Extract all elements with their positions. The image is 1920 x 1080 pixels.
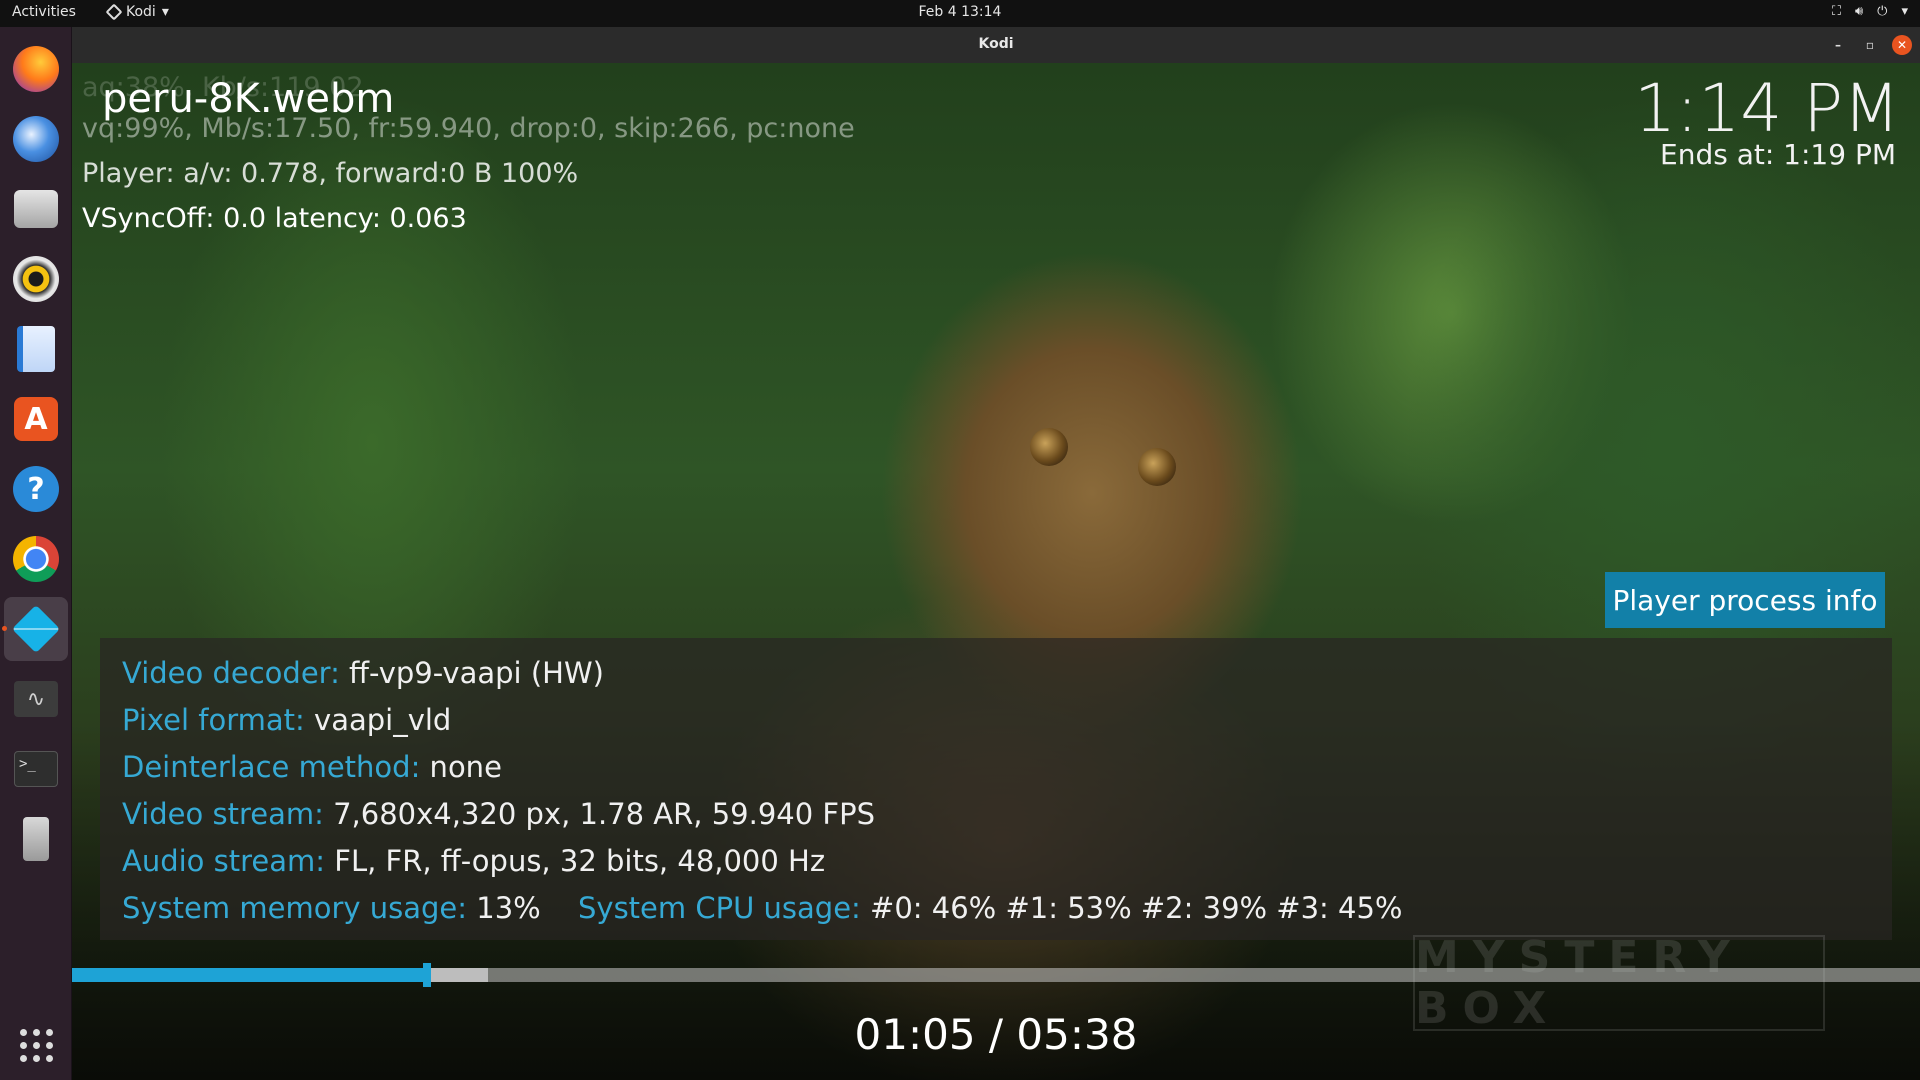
- dock-kodi[interactable]: [2, 597, 68, 661]
- dock-ubuntu-software[interactable]: A: [4, 387, 68, 451]
- power-icon[interactable]: ⏻: [1877, 4, 1887, 19]
- dock-libreoffice-writer[interactable]: [4, 317, 68, 381]
- info-row-video-decoder: Video decoder: ff-vp9-vaapi (HW): [122, 656, 604, 690]
- system-monitor-icon: ∿: [14, 681, 58, 717]
- ubuntu-dock: A ? ∿ >_: [0, 27, 72, 1080]
- video-content-eye: [1030, 428, 1068, 466]
- info-value: 13%: [467, 891, 541, 925]
- media-file-title: peru-8K.webm: [102, 76, 395, 122]
- dock-usb-drive[interactable]: [4, 807, 68, 871]
- debug-vsync-line: VSyncOff: 0.0 latency: 0.063: [82, 203, 467, 234]
- gnome-top-bar: Activities Kodi ▾ Feb 4 13:14 ⛶ 🔊︎ ⏻ ▾: [0, 0, 1920, 27]
- info-row-pixel-format: Pixel format: vaapi_vld: [122, 703, 451, 737]
- ends-at-label: Ends at: 1:19 PM: [1660, 138, 1896, 171]
- software-store-icon: A: [14, 397, 58, 441]
- app-menu[interactable]: Kodi ▾: [105, 3, 169, 21]
- debug-player-line: Player: a/v: 0.778, forward:0 B 100%: [82, 158, 579, 189]
- network-icon[interactable]: ⛶: [1832, 4, 1841, 19]
- info-value: 7,680x4,320 px, 1.78 AR, 59.940 FPS: [323, 797, 876, 831]
- dock-thunderbird[interactable]: [4, 107, 68, 171]
- dock-terminal[interactable]: >_: [4, 737, 68, 801]
- info-key: System memory usage:: [122, 891, 468, 925]
- thunderbird-icon: [13, 116, 59, 162]
- dock-help[interactable]: ?: [4, 457, 68, 521]
- info-row-video-stream: Video stream: 7,680x4,320 px, 1.78 AR, 5…: [122, 797, 875, 831]
- show-applications-button[interactable]: [4, 1013, 68, 1077]
- info-key: Deinterlace method:: [122, 750, 421, 784]
- dock-system-monitor[interactable]: ∿: [4, 667, 68, 731]
- info-row-deinterlace: Deinterlace method: none: [122, 750, 502, 784]
- info-key: Pixel format:: [122, 703, 305, 737]
- volume-icon[interactable]: 🔊︎: [1855, 4, 1863, 19]
- info-value: #0: 46% #1: 53% #2: 39% #3: 45%: [860, 891, 1403, 925]
- system-tray[interactable]: ⛶ 🔊︎ ⏻ ▾: [1832, 4, 1908, 19]
- seek-bar-progress: [72, 968, 427, 982]
- window-title: Kodi: [978, 36, 1014, 52]
- maximize-button[interactable]: ▫: [1860, 35, 1880, 55]
- grid-icon: [19, 1028, 53, 1062]
- info-key: Audio stream:: [122, 844, 326, 878]
- running-indicator: [2, 626, 7, 631]
- dock-firefox[interactable]: [4, 37, 68, 101]
- dock-chrome[interactable]: [4, 527, 68, 591]
- video-content-eye: [1138, 448, 1176, 486]
- rhythmbox-icon: [13, 256, 59, 302]
- info-key: Video stream:: [122, 797, 324, 831]
- dock-files[interactable]: [4, 177, 68, 241]
- minimize-button[interactable]: –: [1828, 35, 1848, 55]
- playback-time: 01:05 / 05:38: [854, 1010, 1138, 1059]
- info-row-memory-usage: System memory usage: 13%: [122, 891, 541, 925]
- folder-icon: [14, 190, 58, 228]
- app-menu-label: Kodi: [126, 4, 156, 20]
- usb-drive-icon: [23, 817, 49, 861]
- activities-button[interactable]: Activities: [12, 4, 76, 20]
- info-value: FL, FR, ff-opus, 32 bits, 48,000 Hz: [325, 844, 826, 878]
- seek-bar-handle[interactable]: [423, 963, 431, 987]
- firefox-icon: [13, 46, 59, 92]
- chevron-down-icon[interactable]: ▾: [1901, 4, 1908, 19]
- info-row-audio-stream: Audio stream: FL, FR, ff-opus, 32 bits, …: [122, 844, 825, 878]
- chevron-down-icon: ▾: [161, 4, 169, 20]
- chrome-icon: [13, 536, 59, 582]
- kodi-icon: [105, 3, 123, 21]
- window-titlebar[interactable]: Kodi – ▫ ✕: [72, 27, 1920, 63]
- info-value: vaapi_vld: [304, 703, 452, 737]
- close-button[interactable]: ✕: [1892, 35, 1912, 55]
- player-process-info-header: Player process info: [1605, 572, 1885, 628]
- writer-icon: [17, 326, 55, 372]
- kodi-clock: 1:14 PM: [1634, 70, 1900, 147]
- info-value: none: [420, 750, 502, 784]
- info-key: Video decoder:: [122, 656, 340, 690]
- info-key: System CPU usage:: [578, 891, 861, 925]
- top-bar-clock[interactable]: Feb 4 13:14: [919, 4, 1002, 20]
- dock-rhythmbox[interactable]: [4, 247, 68, 311]
- terminal-icon: >_: [14, 751, 58, 787]
- info-row-cpu-usage: System CPU usage: #0: 46% #1: 53% #2: 39…: [578, 891, 1402, 925]
- help-icon: ?: [13, 466, 59, 512]
- info-value: ff-vp9-vaapi (HW): [339, 656, 604, 690]
- kodi-icon: [11, 604, 61, 654]
- top-bar-clock-wrap: Feb 4 13:14: [0, 4, 1920, 20]
